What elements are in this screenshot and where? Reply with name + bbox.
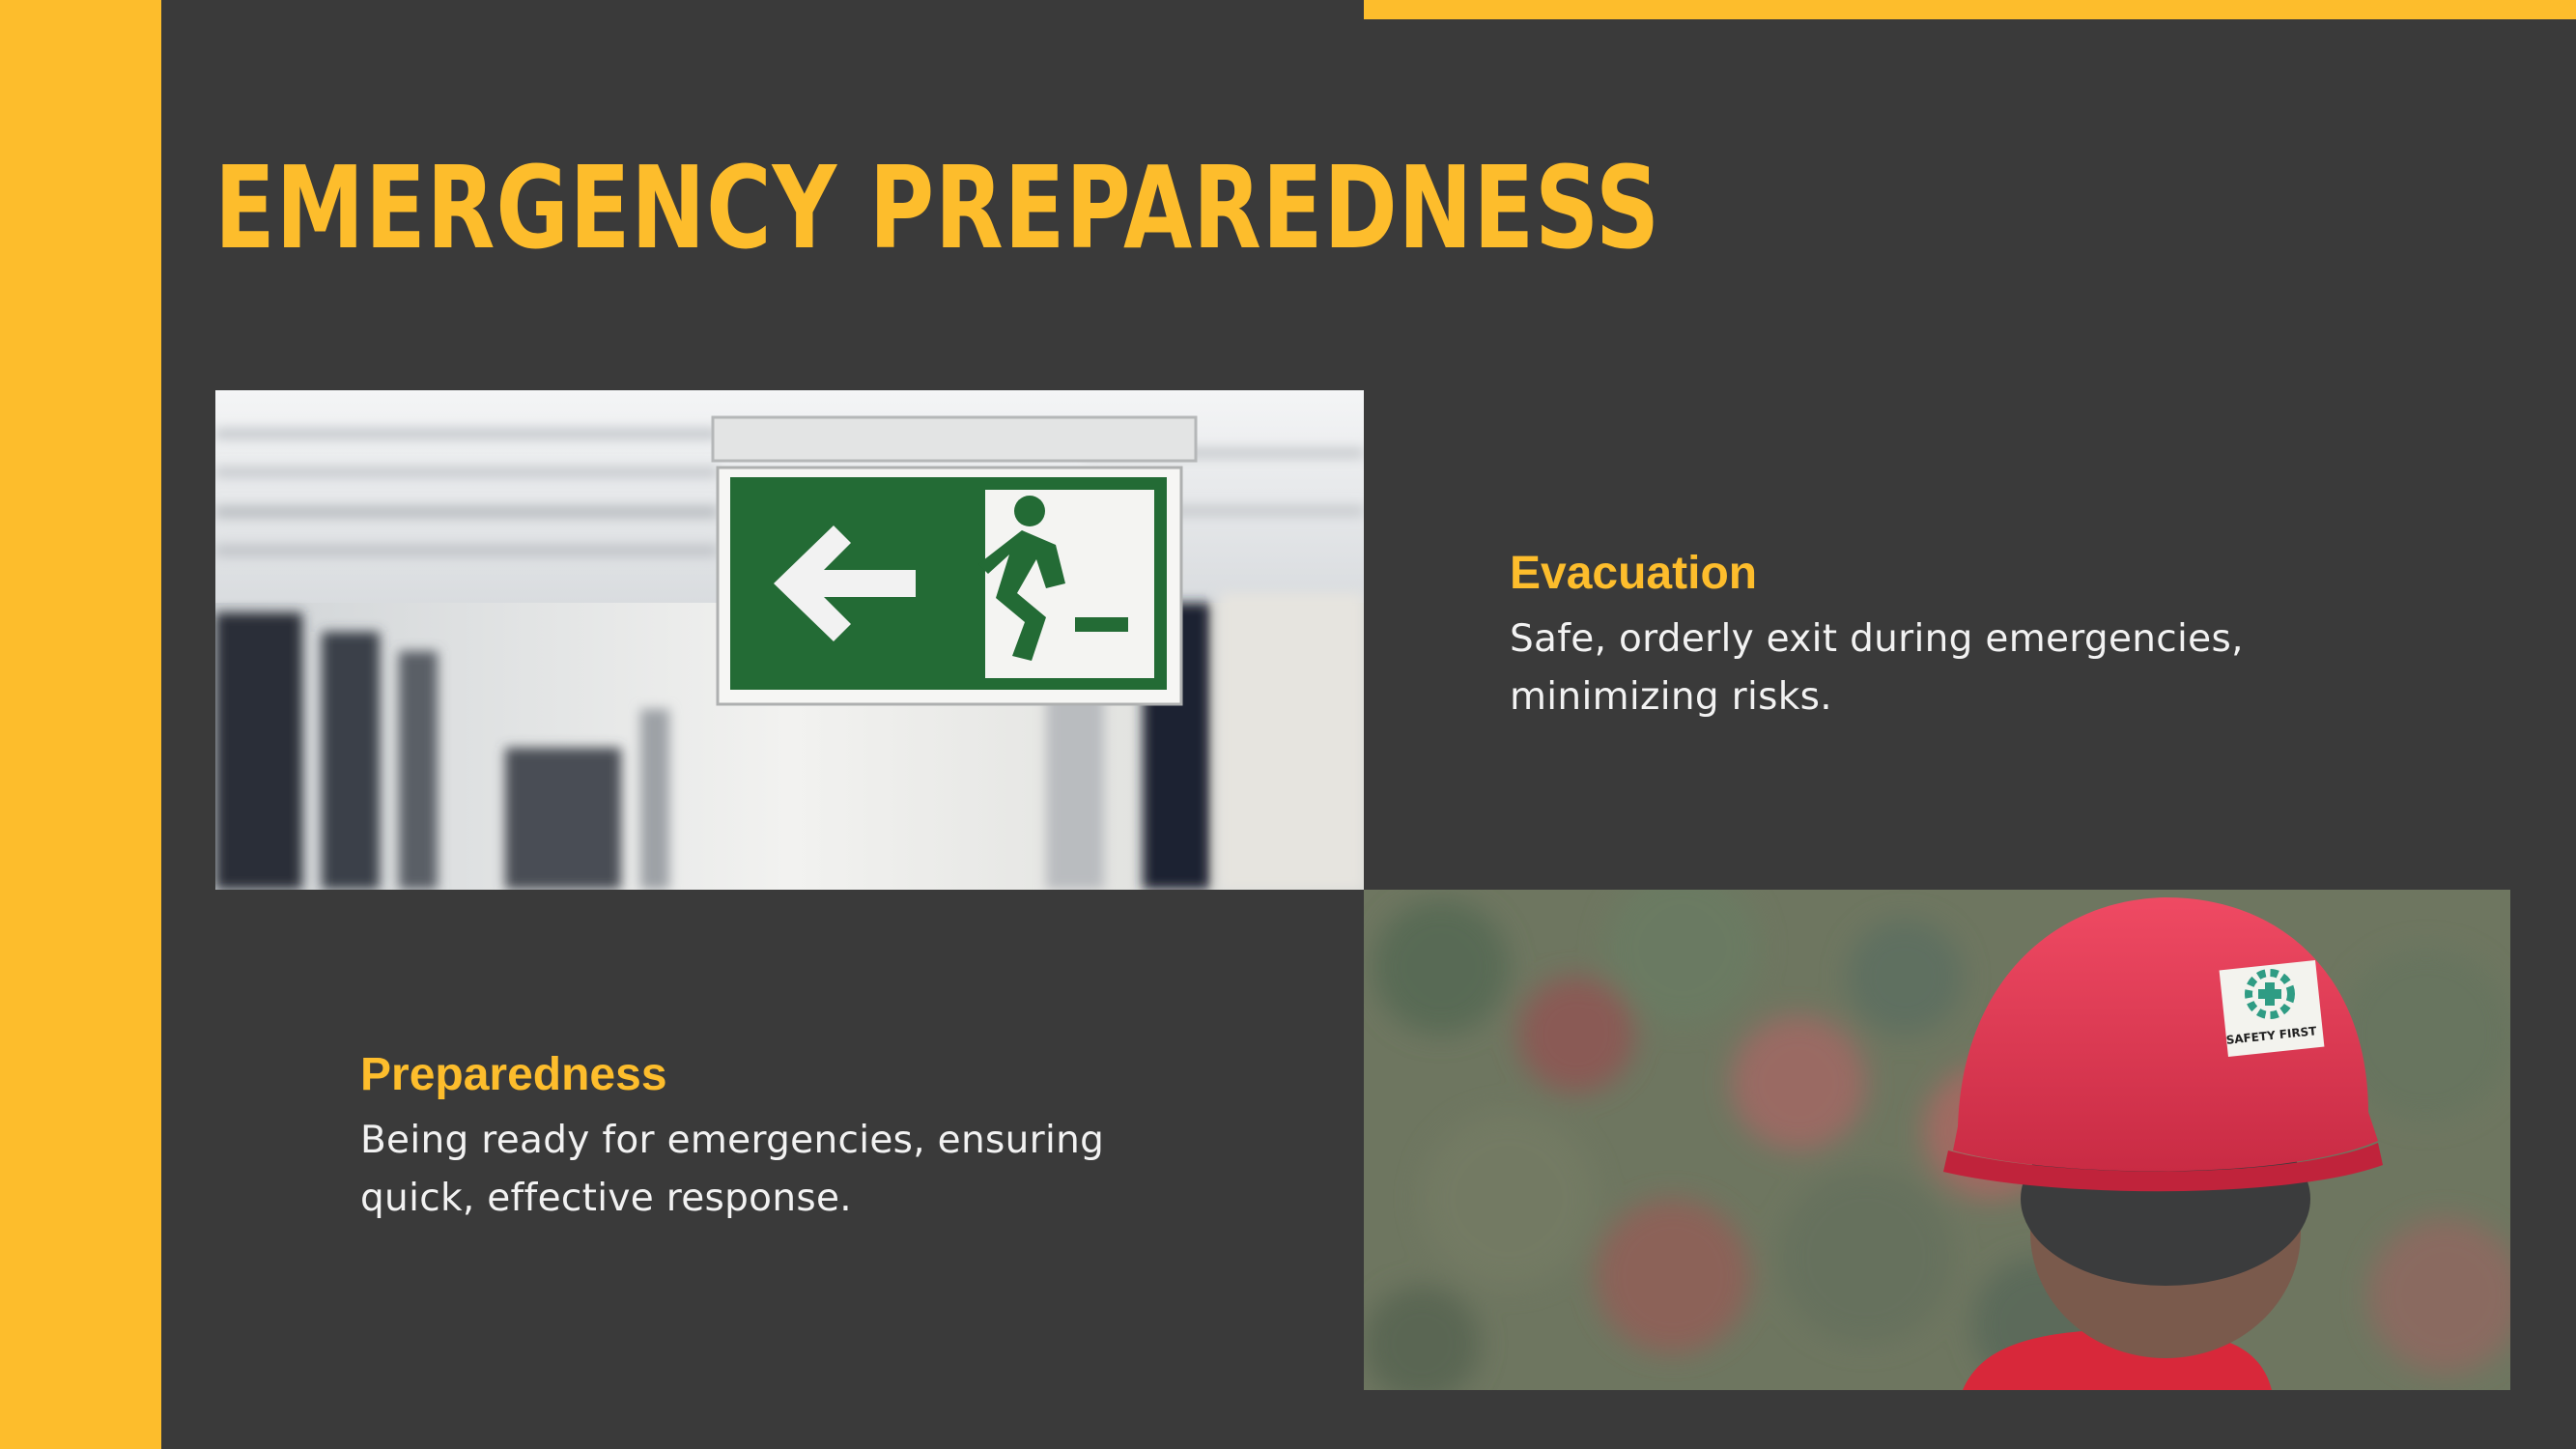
preparedness-section: Preparedness Being ready for emergencies… — [360, 1038, 1114, 1228]
evacuation-heading: Evacuation — [1510, 548, 1758, 599]
exit-sign-photo — [215, 390, 1364, 890]
slide-title: EMERGENCY PREPAREDNESS — [214, 141, 1660, 274]
evacuation-section: Evacuation Safe, orderly exit during eme… — [1510, 537, 2263, 726]
evacuation-body: Safe, orderly exit during emergencies, m… — [1510, 617, 2244, 719]
helmet-photo: SAFETY FIRST — [1364, 890, 2510, 1390]
preparedness-heading: Preparedness — [360, 1049, 667, 1100]
top-accent-bar — [1364, 0, 2576, 19]
preparedness-body: Being ready for emergencies, ensuring qu… — [360, 1119, 1105, 1220]
left-accent-bar — [0, 0, 161, 1449]
